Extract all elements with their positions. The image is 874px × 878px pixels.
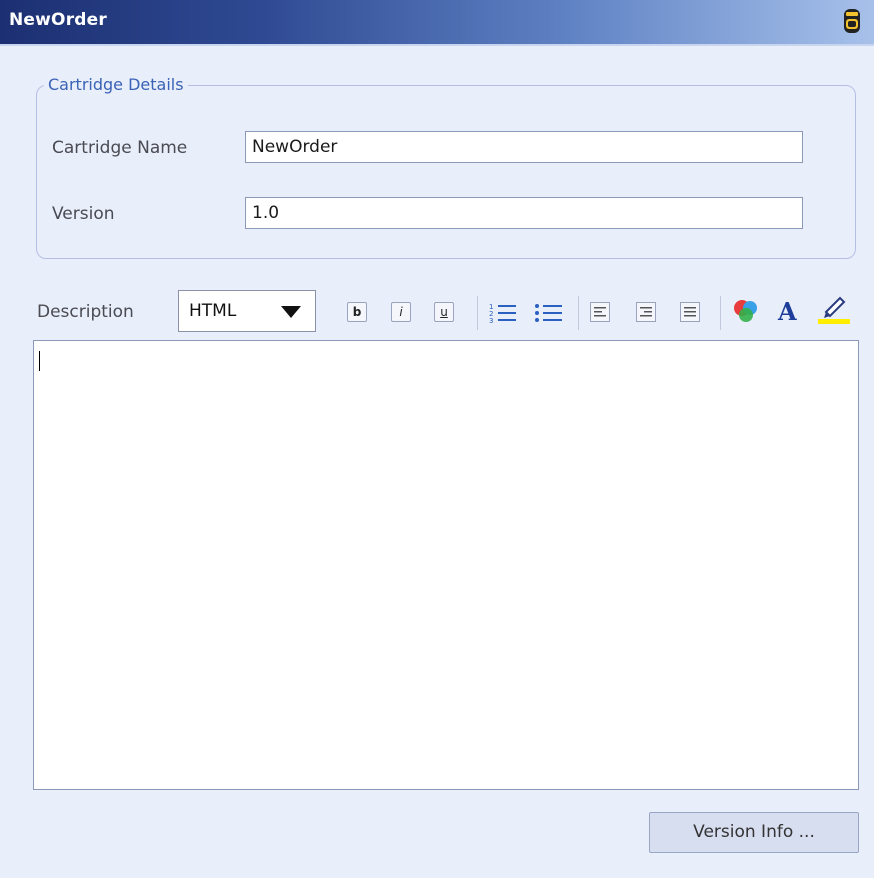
bold-icon[interactable]: b	[347, 302, 367, 322]
version-input[interactable]: 1.0	[245, 197, 803, 229]
toolbar-separator	[720, 296, 721, 330]
description-label: Description	[37, 302, 134, 322]
cartridge-name-input[interactable]: NewOrder	[245, 131, 803, 163]
text-caret	[39, 351, 40, 371]
chevron-down-icon	[281, 306, 301, 318]
font-color-icon[interactable]: A	[776, 298, 802, 324]
cartridge-details-legend: Cartridge Details	[44, 75, 188, 94]
window-title: NewOrder	[9, 10, 107, 30]
version-label: Version	[52, 204, 115, 224]
format-select[interactable]: HTML	[178, 290, 316, 332]
svg-text:3: 3	[489, 317, 493, 325]
italic-icon[interactable]: i	[391, 302, 411, 322]
highlight-icon[interactable]	[816, 294, 850, 324]
svg-text:A: A	[777, 298, 797, 324]
color-palette-icon[interactable]	[732, 298, 760, 324]
align-center-icon[interactable]	[636, 302, 656, 322]
underline-icon[interactable]: u	[434, 302, 454, 322]
toolbar-separator	[578, 296, 579, 330]
align-right-icon[interactable]	[680, 302, 700, 322]
format-select-value: HTML	[189, 301, 237, 321]
cartridge-details-group	[36, 85, 856, 259]
cartridge-name-label: Cartridge Name	[52, 138, 188, 158]
align-left-icon[interactable]	[590, 302, 610, 322]
window-titlebar: NewOrder	[0, 0, 874, 46]
ordered-list-icon[interactable]: 1 2 3	[488, 302, 518, 326]
description-editor[interactable]	[33, 340, 859, 790]
toolbar-separator	[477, 296, 478, 330]
version-info-button[interactable]: Version Info ...	[649, 812, 859, 853]
unordered-list-icon[interactable]	[534, 302, 564, 326]
cartridge-icon[interactable]	[842, 8, 862, 34]
